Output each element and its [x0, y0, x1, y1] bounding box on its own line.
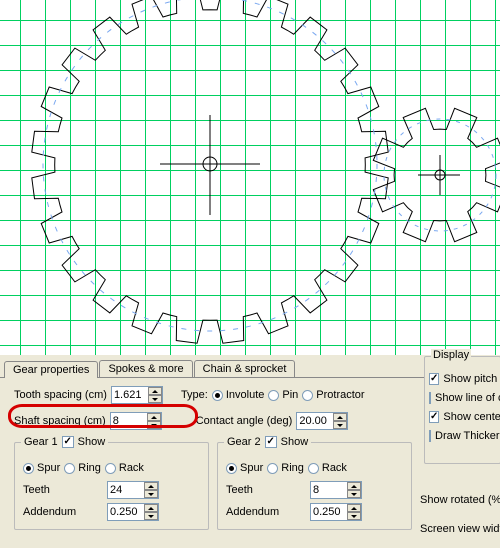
tooth-spacing-spinner[interactable] [111, 386, 163, 404]
gear2-rack-label: Rack [322, 462, 347, 474]
gear2-teeth-up[interactable] [347, 482, 361, 490]
gear2-group: Gear 2 Show Spur Ring Rack Teeth [217, 442, 412, 530]
gear1-addendum-label: Addendum [23, 506, 103, 518]
gear-canvas[interactable] [0, 0, 500, 355]
draw-thicker-checkbox[interactable] [429, 430, 431, 442]
gear2-spur-radio[interactable]: Spur [226, 462, 263, 474]
gear2-rack-radio[interactable]: Rack [308, 462, 347, 474]
gear2-teeth-down[interactable] [347, 490, 361, 498]
contact-angle-label: Contact angle (deg) [196, 415, 293, 427]
gear2-ring-radio[interactable]: Ring [267, 462, 304, 474]
gear2-addendum-down[interactable] [347, 512, 361, 520]
gear1-rack-label: Rack [119, 462, 144, 474]
draw-thicker-label: Draw Thicker [435, 430, 500, 442]
contact-angle-spinner[interactable] [296, 412, 348, 430]
type-involute-radio[interactable]: Involute [212, 389, 265, 401]
contact-angle-input[interactable] [297, 414, 333, 428]
gear2-spur-label: Spur [240, 462, 263, 474]
shaft-spacing-input[interactable] [111, 414, 147, 428]
display-group: Display Show pitch d Show line of c Show… [424, 356, 500, 464]
gear1-addendum-spinner[interactable] [107, 503, 159, 521]
gear2-teeth-label: Teeth [226, 484, 306, 496]
gear1-addendum-down[interactable] [144, 512, 158, 520]
gear1-show-label: Show [78, 436, 106, 448]
screen-view-label: Screen view width [420, 523, 500, 535]
gear2-show-label: Show [281, 436, 309, 448]
gear2-ring-label: Ring [281, 462, 304, 474]
gear2-addendum-spinner[interactable] [310, 503, 362, 521]
gear1-addendum-up[interactable] [144, 504, 158, 512]
contact-angle-up[interactable] [333, 413, 347, 421]
gear2-addendum-up[interactable] [347, 504, 361, 512]
grid [0, 0, 500, 355]
gear1-teeth-input[interactable] [108, 483, 144, 497]
tab-spokes-more[interactable]: Spokes & more [99, 360, 192, 377]
gear1-rack-radio[interactable]: Rack [105, 462, 144, 474]
gear1-show-checkbox[interactable] [62, 436, 74, 448]
type-protractor-radio[interactable]: Protractor [302, 389, 364, 401]
gear1-teeth-down[interactable] [144, 490, 158, 498]
display-footer: Show rotated (% o Screen view width [420, 490, 500, 538]
gear1-ring-radio[interactable]: Ring [64, 462, 101, 474]
show-center-label: Show center [443, 411, 500, 423]
shaft-spacing-down[interactable] [147, 421, 161, 429]
show-pitch-checkbox[interactable] [429, 373, 439, 385]
show-pitch-label: Show pitch d [443, 373, 500, 385]
gear2-show-checkbox[interactable] [265, 436, 277, 448]
show-rotated-label: Show rotated (% o [420, 494, 500, 506]
contact-angle-down[interactable] [333, 421, 347, 429]
gear2-addendum-input[interactable] [311, 505, 347, 519]
shaft-spacing-spinner[interactable] [110, 412, 162, 430]
gear1-teeth-label: Teeth [23, 484, 103, 496]
shaft-spacing-label: Shaft spacing (cm) [14, 415, 106, 427]
type-label: Type: [181, 389, 208, 401]
type-pin-radio[interactable]: Pin [268, 389, 298, 401]
gear1-addendum-input[interactable] [108, 505, 144, 519]
tab-gear-properties[interactable]: Gear properties [4, 361, 98, 378]
show-line-checkbox[interactable] [429, 392, 431, 404]
gear1-group: Gear 1 Show Spur Ring Rack Teeth [14, 442, 209, 530]
gear2-addendum-label: Addendum [226, 506, 306, 518]
display-legend: Display [431, 349, 471, 361]
gear2-teeth-input[interactable] [311, 483, 347, 497]
gear1-teeth-up[interactable] [144, 482, 158, 490]
gear1-teeth-spinner[interactable] [107, 481, 159, 499]
show-line-label: Show line of c [435, 392, 500, 404]
gear2-teeth-spinner[interactable] [310, 481, 362, 499]
tooth-spacing-input[interactable] [112, 388, 148, 402]
type-involute-label: Involute [226, 389, 265, 401]
tooth-spacing-down[interactable] [148, 395, 162, 403]
gear2-legend: Gear 2 [227, 436, 261, 448]
gear1-spur-radio[interactable]: Spur [23, 462, 60, 474]
type-protractor-label: Protractor [316, 389, 364, 401]
type-pin-label: Pin [282, 389, 298, 401]
tooth-spacing-label: Tooth spacing (cm) [14, 389, 107, 401]
tooth-spacing-up[interactable] [148, 387, 162, 395]
gear1-spur-label: Spur [37, 462, 60, 474]
shaft-spacing-up[interactable] [147, 413, 161, 421]
gear1-ring-label: Ring [78, 462, 101, 474]
tab-chain-sprocket[interactable]: Chain & sprocket [194, 360, 296, 377]
show-center-checkbox[interactable] [429, 411, 439, 423]
gear1-legend: Gear 1 [24, 436, 58, 448]
